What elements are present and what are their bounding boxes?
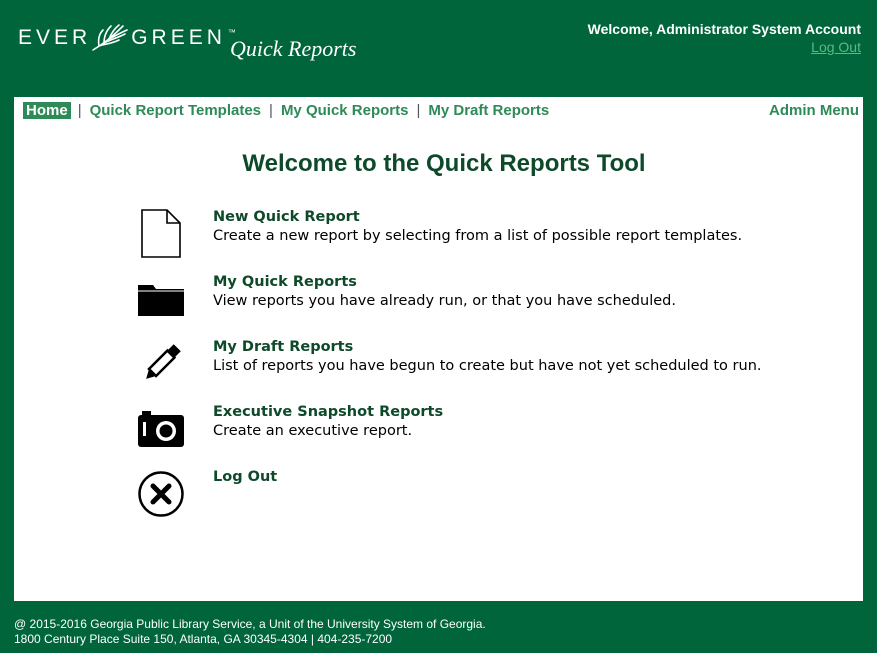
menu-item-description: Create an executive report. [213,423,413,439]
leaf-icon [92,24,128,51]
nav-my-draft-reports[interactable]: My Draft Reports [427,102,550,119]
admin-menu-link[interactable]: Admin Menu [769,102,859,119]
nav-home[interactable]: Home [23,102,71,119]
main-panel: Home | Quick Report Templates | My Quick… [14,97,863,601]
nav-separator: | [269,102,273,119]
close-circle-icon[interactable] [134,467,188,521]
menu-item-title[interactable]: My Quick Reports [213,273,676,291]
nav-my-quick-reports[interactable]: My Quick Reports [280,102,410,119]
logo-text-left: EVER [18,26,92,49]
menu-item-my-quick-reports[interactable]: My Quick Reports View reports you have a… [134,272,676,328]
menu-item-description: List of reports you have begun to create… [213,358,762,374]
pencil-icon[interactable] [134,337,188,391]
page-title: Welcome to the Quick Reports Tool [242,150,646,177]
footer-address: 1800 Century Place Suite 150, Atlanta, G… [14,632,393,646]
menu-item-description: Create a new report by selecting from a … [213,228,743,244]
menu-item-title[interactable]: My Draft Reports [213,338,762,356]
menu-item-log-out[interactable]: Log Out [134,467,277,523]
menu-item-title[interactable]: Log Out [213,468,277,486]
menu-item-executive-snapshot-reports[interactable]: Executive Snapshot Reports Create an exe… [134,402,443,458]
nav-separator: | [416,102,421,119]
top-nav: Home | Quick Report Templates | My Quick… [23,102,550,119]
evergreen-logo: EVER GREEN ™ [18,22,236,54]
header-logout-link[interactable]: Log Out [811,39,861,55]
app-title: Quick Reports [230,36,357,61]
logo-text-right: GREEN [131,26,226,49]
document-icon[interactable] [134,207,188,261]
nav-quick-report-templates[interactable]: Quick Report Templates [89,102,262,119]
camera-icon[interactable] [134,402,188,456]
menu-item-title[interactable]: Executive Snapshot Reports [213,403,443,421]
menu-item-description: View reports you have already run, or th… [213,293,676,309]
welcome-text: Welcome, Administrator System Account [587,21,861,37]
footer: @ 2015-2016 Georgia Public Library Servi… [14,617,486,647]
footer-copyright: @ 2015-2016 Georgia Public Library Servi… [14,617,486,631]
menu-item-title[interactable]: New Quick Report [213,208,742,226]
folder-icon[interactable] [134,272,188,326]
nav-separator: | [77,102,82,119]
menu-item-new-quick-report[interactable]: New Quick Report Create a new report by … [134,207,742,263]
menu-item-my-draft-reports[interactable]: My Draft Reports List of reports you hav… [134,337,762,393]
